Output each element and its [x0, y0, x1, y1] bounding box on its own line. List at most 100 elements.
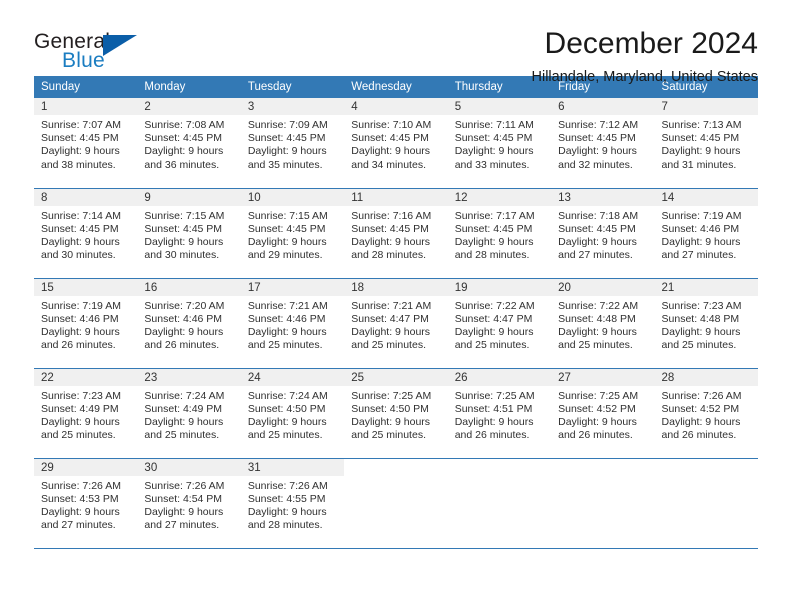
sunrise-text: Sunrise: 7:20 AM [144, 299, 225, 312]
daylight-text-line2: and 34 minutes. [351, 158, 426, 171]
day-cell[interactable]: 27 Sunrise: 7:25 AM Sunset: 4:52 PM Dayl… [551, 368, 655, 459]
sunrise-text: Sunrise: 7:10 AM [351, 119, 432, 131]
daylight-text-line1: Daylight: 9 hours [144, 235, 224, 248]
daylight-text-line1: Daylight: 9 hours [661, 235, 741, 248]
daylight-text-line1: Daylight: 9 hours [351, 415, 431, 428]
page-title: December 2024 [544, 27, 758, 60]
day-cell[interactable]: 16 Sunrise: 7:20 AM Sunset: 4:46 PM Dayl… [137, 278, 241, 369]
daylight-text-line2: and 38 minutes. [41, 158, 116, 171]
daylight-text-line1: Daylight: 9 hours [247, 325, 327, 338]
day-info: Sunrise: 7:20 AM Sunset: 4:46 PM Dayligh… [137, 296, 240, 353]
sunset-text: Sunset: 4:45 PM [351, 222, 429, 235]
day-cell[interactable]: 8 Sunrise: 7:14 AM Sunset: 4:45 PM Dayli… [34, 188, 138, 279]
daylight-text-line2: and 28 minutes. [351, 249, 426, 262]
day-info: Sunrise: 7:25 AM Sunset: 4:52 PM Dayligh… [551, 386, 654, 443]
day-cell-empty [654, 458, 758, 549]
day-cell[interactable]: 17 Sunrise: 7:21 AM Sunset: 4:46 PM Dayl… [240, 278, 345, 369]
daylight-text-line2: and 26 minutes. [144, 339, 220, 352]
day-cell[interactable]: 24 Sunrise: 7:24 AM Sunset: 4:50 PM Dayl… [240, 368, 345, 459]
day-number: 10 [240, 188, 345, 206]
day-cell[interactable]: 19 Sunrise: 7:22 AM Sunset: 4:47 PM Dayl… [447, 278, 552, 369]
day-cell[interactable]: 12 Sunrise: 7:17 AM Sunset: 4:45 PM Dayl… [447, 188, 552, 279]
logo-text-blue: Blue [62, 49, 105, 72]
sunrise-text: Sunrise: 7:21 AM [247, 299, 328, 312]
daylight-text-line1: Daylight: 9 hours [41, 145, 120, 158]
day-cell[interactable]: 2 Sunrise: 7:08 AM Sunset: 4:45 PM Dayli… [137, 98, 241, 189]
day-cell[interactable]: 13 Sunrise: 7:18 AM Sunset: 4:45 PM Dayl… [551, 188, 655, 279]
daylight-text-line2: and 27 minutes. [661, 249, 737, 262]
day-number: 28 [654, 368, 758, 386]
day-info: Sunrise: 7:17 AM Sunset: 4:45 PM Dayligh… [448, 206, 551, 263]
day-cell[interactable]: 31 Sunrise: 7:26 AM Sunset: 4:55 PM Dayl… [240, 458, 345, 549]
sunset-text: Sunset: 4:52 PM [661, 402, 740, 415]
day-cell[interactable]: 15 Sunrise: 7:19 AM Sunset: 4:46 PM Dayl… [34, 278, 138, 369]
sunset-text: Sunset: 4:45 PM [558, 222, 636, 235]
sunrise-text: Sunrise: 7:11 AM [454, 119, 534, 131]
day-cell[interactable]: 22 Sunrise: 7:23 AM Sunset: 4:49 PM Dayl… [34, 368, 138, 459]
day-cell[interactable]: 29 Sunrise: 7:26 AM Sunset: 4:53 PM Dayl… [34, 458, 138, 549]
day-cell[interactable]: 1 Sunrise: 7:07 AM Sunset: 4:45 PM Dayli… [34, 98, 138, 189]
sunrise-text: Sunrise: 7:26 AM [247, 479, 328, 492]
sunset-text: Sunset: 4:54 PM [144, 492, 223, 505]
sunset-text: Sunset: 4:49 PM [41, 402, 119, 415]
calendar-week-row: 15 Sunrise: 7:19 AM Sunset: 4:46 PM Dayl… [34, 278, 758, 369]
day-cell[interactable]: 25 Sunrise: 7:25 AM Sunset: 4:50 PM Dayl… [344, 368, 448, 459]
day-info: Sunrise: 7:22 AM Sunset: 4:47 PM Dayligh… [448, 296, 551, 353]
day-number: 27 [551, 368, 655, 386]
day-cell-empty [447, 458, 552, 549]
day-cell[interactable]: 30 Sunrise: 7:26 AM Sunset: 4:54 PM Dayl… [137, 458, 241, 549]
sunset-text: Sunset: 4:51 PM [454, 402, 533, 415]
day-number: 3 [240, 98, 345, 115]
sunset-text: Sunset: 4:48 PM [558, 312, 636, 325]
day-cell[interactable]: 20 Sunrise: 7:22 AM Sunset: 4:48 PM Dayl… [551, 278, 655, 369]
sunrise-text: Sunrise: 7:09 AM [247, 119, 328, 131]
day-cell[interactable]: 18 Sunrise: 7:21 AM Sunset: 4:47 PM Dayl… [344, 278, 448, 369]
daylight-text-line2: and 27 minutes. [558, 249, 633, 262]
day-number: 16 [137, 278, 241, 296]
day-cell[interactable]: 11 Sunrise: 7:16 AM Sunset: 4:45 PM Dayl… [344, 188, 448, 279]
daylight-text-line1: Daylight: 9 hours [558, 325, 637, 338]
day-cell[interactable]: 9 Sunrise: 7:15 AM Sunset: 4:45 PM Dayli… [137, 188, 241, 279]
daylight-text-line2: and 30 minutes. [41, 249, 116, 262]
day-number: 9 [137, 188, 241, 206]
day-cell[interactable]: 26 Sunrise: 7:25 AM Sunset: 4:51 PM Dayl… [447, 368, 552, 459]
day-info: Sunrise: 7:23 AM Sunset: 4:49 PM Dayligh… [34, 386, 137, 443]
day-number: 5 [447, 98, 552, 115]
day-cell[interactable]: 21 Sunrise: 7:23 AM Sunset: 4:48 PM Dayl… [654, 278, 758, 369]
sunrise-text: Sunrise: 7:07 AM [41, 119, 121, 131]
day-info: Sunrise: 7:09 AM Sunset: 4:45 PM Dayligh… [241, 115, 344, 172]
day-number [654, 458, 758, 476]
calendar-week-row: 22 Sunrise: 7:23 AM Sunset: 4:49 PM Dayl… [34, 368, 758, 459]
daylight-text-line2: and 25 minutes. [247, 429, 323, 442]
daylight-text-line1: Daylight: 9 hours [351, 145, 431, 158]
day-cell[interactable]: 23 Sunrise: 7:24 AM Sunset: 4:49 PM Dayl… [137, 368, 241, 459]
daylight-text-line1: Daylight: 9 hours [41, 415, 120, 428]
day-cell[interactable]: 7 Sunrise: 7:13 AM Sunset: 4:45 PM Dayli… [654, 98, 758, 189]
daylight-text-line2: and 26 minutes. [454, 429, 530, 442]
day-cell[interactable]: 6 Sunrise: 7:12 AM Sunset: 4:45 PM Dayli… [551, 98, 655, 189]
day-cell[interactable]: 10 Sunrise: 7:15 AM Sunset: 4:45 PM Dayl… [240, 188, 345, 279]
day-number: 22 [34, 368, 138, 386]
weekday-header-monday: Monday [137, 76, 241, 98]
sunset-text: Sunset: 4:45 PM [351, 132, 429, 145]
day-cell[interactable]: 28 Sunrise: 7:26 AM Sunset: 4:52 PM Dayl… [654, 368, 758, 459]
sunset-text: Sunset: 4:50 PM [351, 402, 429, 415]
sunrise-text: Sunrise: 7:23 AM [661, 299, 742, 312]
day-cell[interactable]: 14 Sunrise: 7:19 AM Sunset: 4:46 PM Dayl… [654, 188, 758, 279]
sunset-text: Sunset: 4:47 PM [454, 312, 533, 325]
sunset-text: Sunset: 4:46 PM [247, 312, 326, 325]
day-cell[interactable]: 5 Sunrise: 7:11 AM Sunset: 4:45 PM Dayli… [447, 98, 552, 189]
daylight-text-line2: and 25 minutes. [558, 339, 633, 352]
daylight-text-line1: Daylight: 9 hours [144, 145, 224, 158]
day-cell[interactable]: 4 Sunrise: 7:10 AM Sunset: 4:45 PM Dayli… [344, 98, 448, 189]
daylight-text-line1: Daylight: 9 hours [558, 415, 637, 428]
day-info: Sunrise: 7:15 AM Sunset: 4:45 PM Dayligh… [241, 206, 344, 263]
day-info: Sunrise: 7:25 AM Sunset: 4:50 PM Dayligh… [344, 386, 447, 443]
day-cell[interactable]: 3 Sunrise: 7:09 AM Sunset: 4:45 PM Dayli… [240, 98, 345, 189]
day-info: Sunrise: 7:13 AM Sunset: 4:45 PM Dayligh… [655, 115, 758, 172]
sunset-text: Sunset: 4:46 PM [41, 312, 119, 325]
calendar-body: 1 Sunrise: 7:07 AM Sunset: 4:45 PM Dayli… [34, 98, 758, 549]
sunrise-text: Sunrise: 7:08 AM [144, 119, 225, 131]
day-info: Sunrise: 7:26 AM Sunset: 4:54 PM Dayligh… [137, 476, 240, 533]
daylight-text-line1: Daylight: 9 hours [144, 505, 224, 518]
